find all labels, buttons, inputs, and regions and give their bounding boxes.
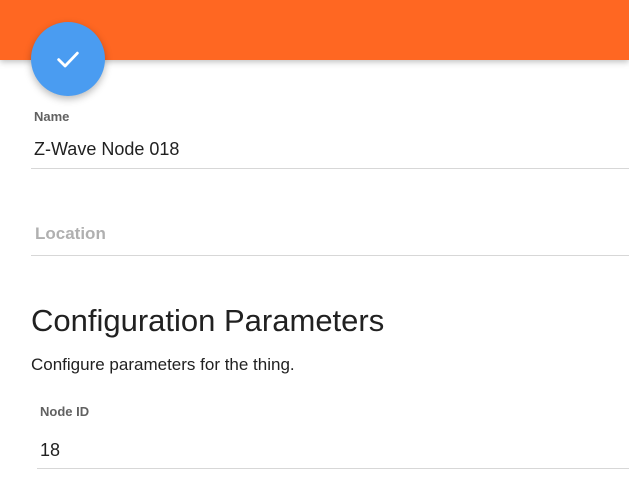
save-button[interactable] [31, 22, 105, 96]
node-id-field[interactable]: Node ID 18 [37, 398, 629, 469]
config-section-title: Configuration Parameters [31, 303, 385, 338]
name-field[interactable]: Name Z-Wave Node 018 [31, 103, 629, 169]
location-field[interactable]: Location [31, 210, 629, 256]
location-label: Location [35, 224, 106, 243]
name-label: Name [34, 109, 70, 124]
node-id-input-value[interactable]: 18 [40, 440, 60, 461]
node-id-label: Node ID [40, 404, 90, 419]
thing-edit-page: Name Z-Wave Node 018 Location Configurat… [0, 0, 629, 500]
check-icon [57, 51, 79, 68]
config-section-description: Configure parameters for the thing. [31, 355, 295, 374]
name-input-value[interactable]: Z-Wave Node 018 [34, 139, 179, 160]
